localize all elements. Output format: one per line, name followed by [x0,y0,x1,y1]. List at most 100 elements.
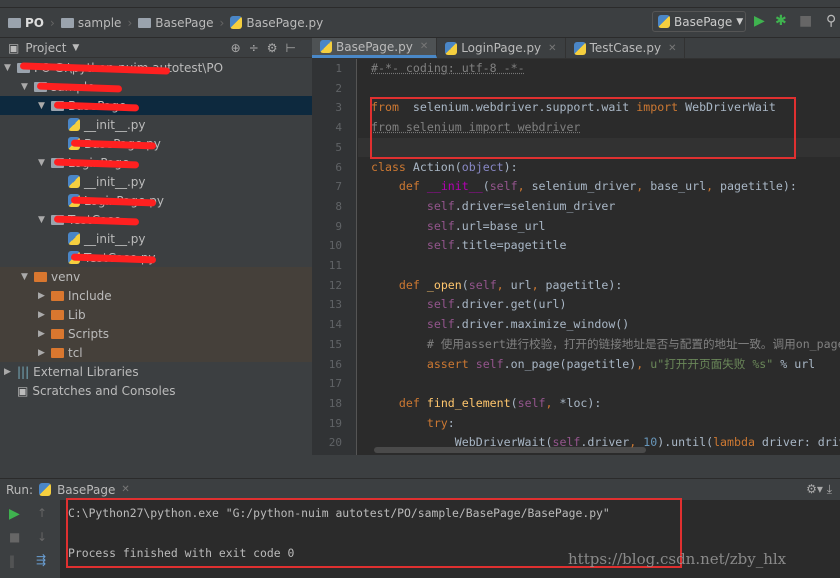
tree-item[interactable]: __init__.py [0,172,312,191]
breadcrumb-label: PO [25,16,44,30]
expanded-arrow-icon[interactable]: ▼ [38,215,47,225]
code-token: class [371,160,406,174]
tree-item[interactable]: TestCase.py [0,248,312,267]
collapse-icon[interactable]: ÷ [249,41,267,55]
tree-item[interactable]: ▼BasePage [0,96,312,115]
breadcrumb-item[interactable]: sample [61,16,122,30]
tree-item[interactable]: ▶ tcl [0,343,312,362]
code-token: self [427,219,455,233]
collapsed-arrow-icon[interactable]: ▶ [38,310,47,320]
code-token: % url [773,357,815,371]
code-token: self [469,278,497,292]
tree-item[interactable]: ▼PO G:\python-nuim autotest\PO [0,58,312,77]
code-line: #-*- coding: utf-8 -*- [371,59,525,79]
folder-icon [8,18,21,28]
line-number: 17 [312,374,342,394]
line-gutter: 1234567891011121314151617181920 [312,59,357,455]
close-icon[interactable]: ✕ [420,41,428,52]
tree-item-label: __init__.py [84,175,146,189]
tab-testcase[interactable]: TestCase.py✕ [566,38,686,58]
tab-loginpage[interactable]: LoginPage.py✕ [437,38,565,58]
breadcrumb-item[interactable]: BasePage [138,16,213,30]
tree-item[interactable]: ▣ Scratches and Consoles [0,381,312,400]
code-token: .on_page(pagetitle) [504,357,637,371]
breadcrumb-label: BasePage.py [246,16,323,30]
search-icon[interactable]: ⚲ [826,13,836,29]
down-arrow-icon[interactable]: ↓ [37,530,47,544]
expanded-arrow-icon[interactable]: ▼ [38,158,47,168]
scratch-icon: ▣ [17,384,28,398]
breadcrumb-label: sample [78,16,122,30]
code-token: url [504,278,532,292]
tree-item[interactable]: ▼LoginPage [0,153,312,172]
gear-icon[interactable]: ⚙ [267,41,286,55]
tree-item[interactable]: LoginPage.py [0,191,312,210]
code-token: try [427,416,448,430]
code-token: *loc): [553,396,602,410]
close-icon[interactable]: ✕ [121,484,129,495]
hide-icon[interactable]: ⊢ [286,41,304,55]
line-number: 16 [312,355,342,375]
collapsed-arrow-icon[interactable]: ▶ [38,291,47,301]
code-token: , [497,278,504,292]
locate-icon[interactable]: ⊕ [231,41,249,55]
tree-item[interactable]: ▶Scripts [0,324,312,343]
tree-item[interactable]: ▶Include [0,286,312,305]
code-token: self [490,179,518,193]
run-config-select[interactable]: BasePage ▼ [652,11,746,32]
code-line: self.title=pagetitle [371,236,566,256]
rerun-icon[interactable]: ▶ [9,506,20,522]
collapsed-arrow-icon[interactable]: ▶ [38,329,47,339]
tree-item[interactable]: ▼sample [0,77,312,96]
line-number: 13 [312,295,342,315]
close-icon[interactable]: ✕ [548,43,556,54]
stop-icon[interactable]: ■ [9,530,20,544]
project-title[interactable]: Project [25,41,66,55]
code-line: # 使用assert进行校验，打开的链接地址是否与配置的地址一致。调用on_pa… [371,335,840,355]
tree-item[interactable]: BasePage.py [0,134,312,153]
code-token [371,357,427,371]
code-token: self [427,238,455,252]
stop-icon[interactable]: ■ [799,13,812,29]
tree-item[interactable]: ▼TestCase [0,210,312,229]
tree-item[interactable]: __init__.py [0,229,312,248]
code-token: self [427,199,455,213]
close-icon[interactable]: ✕ [668,43,676,54]
tree-item-label: External Libraries [33,365,138,379]
expanded-arrow-icon[interactable]: ▼ [21,272,30,282]
python-file-icon [68,175,80,188]
run-label: Run: [6,483,33,497]
line-number: 12 [312,276,342,296]
breadcrumb-item[interactable]: BasePage.py [230,16,323,30]
tree-item[interactable]: __init__.py [0,115,312,134]
chevron-down-icon[interactable]: ▼ [72,43,79,53]
tree-item[interactable]: ▼venv [0,267,312,286]
code-token: __init__ [427,179,483,193]
breadcrumb-item[interactable]: PO [8,16,44,30]
tab-basepage[interactable]: BasePage.py✕ [312,38,437,58]
tree-item[interactable]: ▶|||External Libraries [0,362,312,381]
line-number: 20 [312,433,342,453]
collapsed-arrow-icon[interactable]: ▶ [38,348,47,358]
code-token: self [427,297,455,311]
tree-item-label: Scratches and Consoles [32,384,175,398]
tree-item-label: tcl [68,346,83,360]
line-number: 5 [312,138,342,158]
collapsed-arrow-icon[interactable]: ▶ [4,367,13,377]
up-arrow-icon[interactable]: ↑ [37,506,47,520]
pause-icon[interactable]: ‖ [9,554,15,568]
run-tab[interactable]: BasePage [57,483,115,497]
soft-wrap-icon[interactable]: ⇶ [36,553,46,567]
code-token: , [546,396,553,410]
run-icon[interactable]: ▶ [754,13,765,29]
gear-icon[interactable]: ⚙▾ ⤓ [806,482,840,497]
expanded-arrow-icon[interactable]: ▼ [38,101,47,111]
tree-item[interactable]: ▶Lib [0,305,312,324]
expanded-arrow-icon[interactable]: ▼ [4,63,13,73]
expanded-arrow-icon[interactable]: ▼ [21,82,30,92]
python-file-icon [320,40,332,53]
line-number: 9 [312,217,342,237]
debug-icon[interactable]: ✱ [775,13,787,29]
menu-bar [0,0,840,8]
code-token: self [518,396,546,410]
